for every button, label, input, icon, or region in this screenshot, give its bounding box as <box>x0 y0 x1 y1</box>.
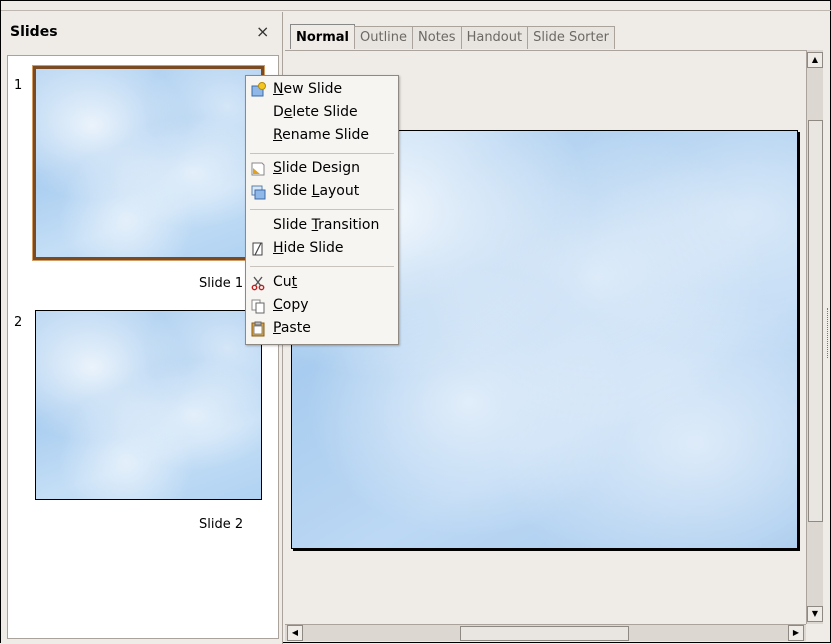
app-window: Slides × 1 Slide 1 2 Slide 2 Normal Outl… <box>0 0 831 644</box>
copy-icon <box>250 298 266 314</box>
vertical-scrollbar[interactable]: ▲ ▼ <box>806 50 823 624</box>
hide-slide-icon <box>250 241 266 257</box>
menu-item-delete-slide[interactable]: Delete Slide <box>246 102 398 124</box>
menu-separator <box>250 153 394 154</box>
slide-label: Slide 1 <box>199 276 244 291</box>
slides-pane: Slides × 1 Slide 1 2 Slide 2 <box>1 12 283 644</box>
scroll-right-button[interactable]: ▶ <box>788 625 804 641</box>
view-tabs: Normal Outline Notes Handout Slide Sorte… <box>290 24 615 50</box>
scroll-up-button[interactable]: ▲ <box>807 52 823 68</box>
menu-item-slide-transition[interactable]: Slide Transition <box>246 215 398 237</box>
menu-item-copy[interactable]: Copy <box>246 295 398 317</box>
tab-slide-sorter[interactable]: Slide Sorter <box>527 26 615 49</box>
menu-item-new-slide[interactable]: New Slide <box>246 79 398 101</box>
close-icon[interactable]: × <box>256 22 269 41</box>
slide-number: 2 <box>14 315 23 330</box>
slide-design-icon <box>250 161 266 177</box>
slides-list[interactable]: 1 Slide 1 2 Slide 2 <box>7 55 279 639</box>
context-menu: New Slide Delete Slide Rename Slide Slid… <box>245 75 399 345</box>
paste-icon <box>250 321 266 337</box>
menu-item-hide-slide[interactable]: Hide Slide <box>246 238 398 260</box>
menu-item-slide-design[interactable]: Slide Design <box>246 158 398 180</box>
horizontal-scroll-thumb[interactable] <box>460 626 629 641</box>
vertical-scroll-thumb[interactable] <box>808 120 823 522</box>
tab-normal[interactable]: Normal <box>290 24 355 49</box>
top-divider <box>1 10 831 11</box>
tab-outline[interactable]: Outline <box>354 26 414 49</box>
tab-notes[interactable]: Notes <box>412 26 462 49</box>
menu-item-rename-slide[interactable]: Rename Slide <box>246 125 398 147</box>
tab-handout[interactable]: Handout <box>460 26 529 49</box>
slide-layout-icon <box>250 184 266 200</box>
scissors-icon <box>250 275 266 291</box>
scroll-down-button[interactable]: ▼ <box>807 606 823 622</box>
resize-grip[interactable] <box>827 308 831 358</box>
slide-number: 1 <box>14 78 23 93</box>
menu-item-slide-layout[interactable]: Slide Layout <box>246 181 398 203</box>
menu-item-cut[interactable]: Cut <box>246 272 398 294</box>
menu-separator <box>250 266 394 267</box>
slides-pane-title: Slides <box>10 24 58 40</box>
slide-thumbnail-1[interactable] <box>33 66 264 260</box>
slide-label: Slide 2 <box>199 517 244 532</box>
new-slide-icon <box>250 82 266 98</box>
slide-thumbnail-2[interactable] <box>35 310 262 500</box>
menu-separator <box>250 209 394 210</box>
scroll-left-button[interactable]: ◀ <box>287 625 303 641</box>
horizontal-scrollbar[interactable]: ◀ ▶ <box>285 624 806 641</box>
menu-item-paste[interactable]: Paste <box>246 318 398 340</box>
